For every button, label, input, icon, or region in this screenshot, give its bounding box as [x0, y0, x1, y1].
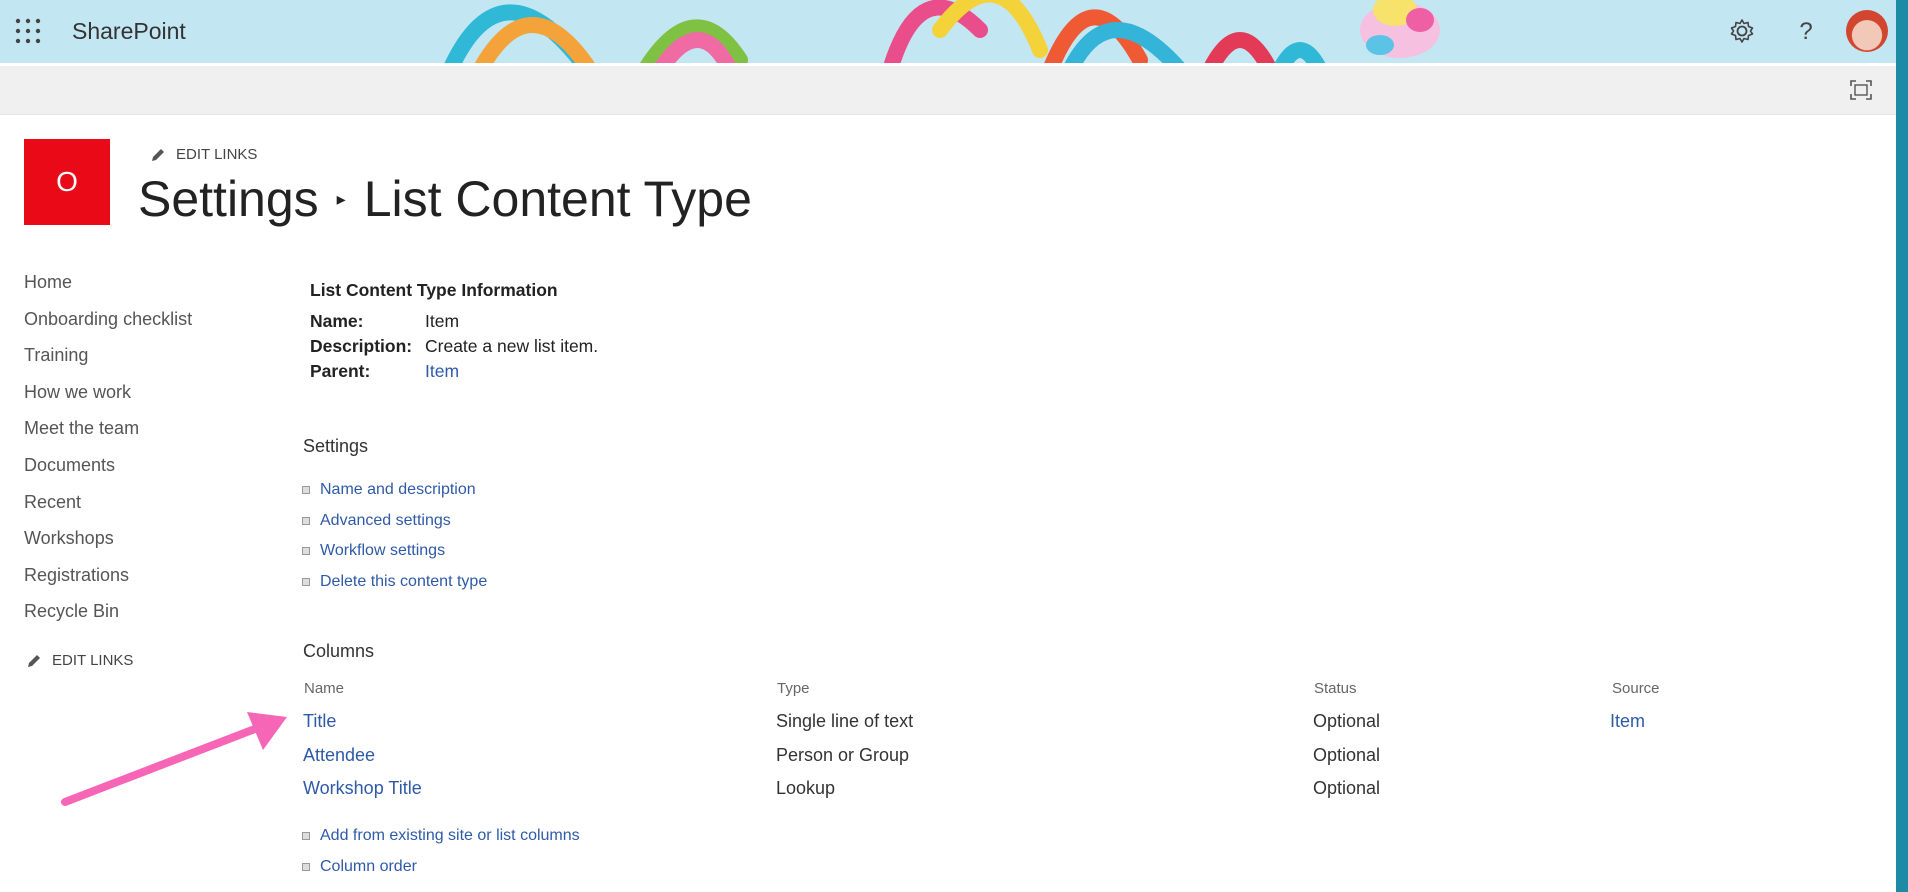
nav-item-documents[interactable]: Documents [24, 451, 192, 488]
pencil-icon [28, 654, 40, 667]
description-value: Create a new list item. [425, 336, 599, 356]
delete-content-type-link[interactable]: Delete this content type [320, 567, 487, 597]
bullet-icon [302, 577, 310, 586]
breadcrumb-separator-icon: ▸ [336, 188, 346, 209]
workflow-settings-link[interactable]: Workflow settings [320, 536, 445, 566]
settings-links: Name and description Advanced settings W… [302, 475, 487, 597]
suite-bar: SharePoint ? [0, 0, 1896, 63]
column-type-cell: Lookup [776, 778, 836, 798]
user-avatar[interactable] [1846, 10, 1888, 52]
nav-item-workshops[interactable]: Workshops [24, 524, 192, 561]
pencil-icon [152, 148, 164, 161]
bullet-icon [302, 516, 310, 525]
bullet-icon [302, 832, 310, 841]
command-bar [0, 66, 1896, 115]
site-logo-letter: O [56, 166, 78, 197]
nav-item-recycle-bin[interactable]: Recycle Bin [24, 597, 192, 634]
nav-item-registrations[interactable]: Registrations [24, 561, 192, 598]
settings-gear-icon[interactable] [1728, 17, 1756, 45]
column-links: Add from existing site or list columns C… [302, 821, 580, 882]
column-workshop-title-link[interactable]: Workshop Title [303, 778, 422, 799]
breadcrumb-current: List Content Type [363, 171, 752, 227]
column-status-cell: Optional [1313, 745, 1381, 765]
help-question-icon[interactable]: ? [1792, 17, 1820, 45]
nav-item-recent[interactable]: Recent [24, 488, 192, 525]
info-heading: List Content Type Information [310, 280, 558, 300]
breadcrumb-settings[interactable]: Settings [138, 170, 319, 228]
column-header-name: Name [304, 680, 345, 697]
rainbow-banner-image [444, 0, 1440, 63]
edit-links-nav[interactable]: EDIT LINKS [26, 652, 133, 669]
column-source-link[interactable]: Item [1610, 711, 1645, 732]
column-type-cell: Person or Group [776, 745, 910, 765]
name-and-description-link[interactable]: Name and description [320, 475, 476, 505]
column-header-type: Type [777, 680, 810, 697]
nav-item-training[interactable]: Training [24, 341, 192, 378]
bullet-icon [302, 862, 310, 871]
advanced-settings-link[interactable]: Advanced settings [320, 506, 451, 536]
add-existing-columns-link[interactable]: Add from existing site or list columns [320, 821, 580, 851]
svg-text:?: ? [1799, 18, 1812, 45]
column-type-cell: Single line of text [776, 711, 914, 731]
annotation-arrow-icon [61, 712, 287, 806]
column-title-link[interactable]: Title [303, 711, 336, 732]
site-logo[interactable]: O [24, 139, 110, 225]
page-title: Settings ▸ List Content Type [138, 170, 752, 228]
bullet-icon [302, 547, 310, 556]
column-attendee-link[interactable]: Attendee [303, 745, 375, 766]
content-type-info: List Content Type Information Name: Item… [310, 280, 598, 384]
app-brand-name[interactable]: SharePoint [72, 18, 186, 45]
column-status-cell: Optional [1313, 778, 1381, 798]
nav-item-home[interactable]: Home [24, 268, 192, 305]
edit-links-nav-label: EDIT LINKS [52, 652, 134, 669]
edit-links-header-label: EDIT LINKS [176, 146, 258, 163]
description-label: Description: [310, 336, 413, 356]
nav-item-meet-the-team[interactable]: Meet the team [24, 414, 192, 451]
column-status-cell: Optional [1313, 711, 1381, 731]
waffle-icon[interactable] [14, 17, 42, 45]
name-label: Name: [310, 311, 364, 331]
parent-label: Parent: [310, 361, 371, 381]
left-navigation: Home Onboarding checklist Training How w… [24, 268, 192, 634]
columns-section-title: Columns [303, 641, 375, 661]
column-header-source: Source [1612, 680, 1660, 697]
focus-mode-icon[interactable] [1850, 80, 1872, 100]
column-order-link[interactable]: Column order [320, 852, 417, 882]
edit-links-header[interactable]: EDIT LINKS [150, 146, 257, 163]
window-edge [1896, 0, 1908, 892]
info-table: Name: Item Description: Create a new lis… [310, 309, 598, 384]
name-value: Item [425, 311, 460, 331]
settings-section-title: Settings [303, 436, 369, 456]
column-header-status: Status [1314, 680, 1357, 697]
nav-item-onboarding-checklist[interactable]: Onboarding checklist [24, 305, 192, 342]
parent-link[interactable]: Item [425, 361, 459, 381]
nav-item-how-we-work[interactable]: How we work [24, 378, 192, 415]
bullet-icon [302, 486, 310, 495]
